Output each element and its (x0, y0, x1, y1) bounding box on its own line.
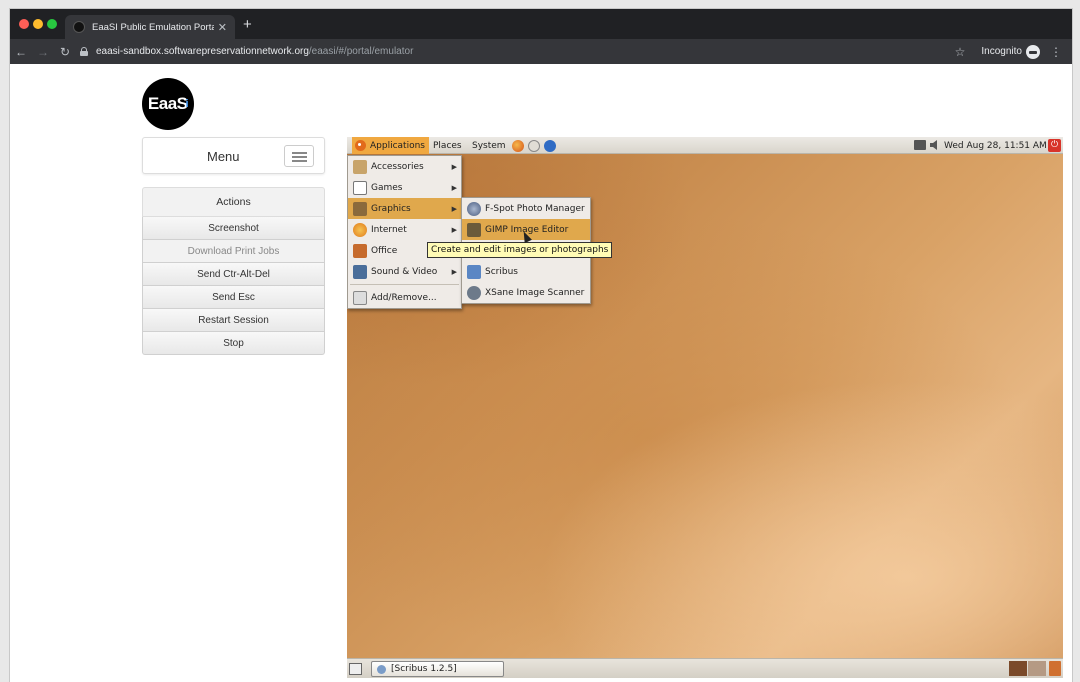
url-path: /eaasi/#/portal/emulator (308, 46, 414, 57)
menu-item-games[interactable]: Games ▶ (348, 177, 461, 198)
trash-icon[interactable] (1049, 661, 1061, 676)
panel-clock[interactable]: Wed Aug 28, 11:51 AM (941, 137, 1050, 154)
xsane-icon (467, 285, 481, 300)
lock-icon (80, 47, 88, 56)
actions-header: Actions (142, 187, 325, 217)
mail-icon[interactable] (528, 140, 540, 152)
system-menu-button[interactable]: System (469, 137, 509, 154)
minimize-window-icon[interactable] (33, 19, 43, 29)
close-window-icon[interactable] (19, 19, 29, 29)
restart-session-button[interactable]: Restart Session (142, 309, 325, 332)
send-ctrl-alt-del-button[interactable]: Send Ctr-Alt-Del (142, 263, 325, 286)
tab-title: EaaSI Public Emulation Portal (92, 21, 214, 33)
workspace-2[interactable] (1028, 661, 1046, 676)
scribus-icon (467, 264, 481, 279)
eaasi-logo: EaaS i (142, 78, 194, 130)
incognito-icon[interactable] (1026, 44, 1040, 59)
menu-item-add-remove[interactable]: Add/Remove... (348, 287, 461, 308)
submenu-arrow-icon: ▶ (451, 204, 457, 213)
scribus-task-icon (377, 664, 386, 674)
accessories-icon (353, 159, 367, 174)
taskbar-item-scribus[interactable]: [Scribus 1.2.5] (371, 661, 504, 677)
add-remove-icon (353, 290, 367, 305)
menu-item-internet[interactable]: Internet ▶ (348, 219, 461, 240)
menu-item-f-spot[interactable]: F-Spot Photo Manager (462, 198, 590, 219)
send-esc-button[interactable]: Send Esc (142, 286, 325, 309)
browser-toolbar: ← → ↻ eaasi-sandbox.softwarepreservation… (10, 39, 1072, 64)
menu-item-graphics[interactable]: Graphics ▶ (348, 198, 461, 219)
download-print-jobs-button[interactable]: Download Print Jobs (142, 240, 325, 263)
gnome-bottom-panel: [Scribus 1.2.5] (347, 658, 1063, 678)
menu-item-accessories[interactable]: Accessories ▶ (348, 156, 461, 177)
new-tab-icon[interactable]: + (243, 17, 252, 32)
menu-label: Menu (207, 149, 240, 164)
tab-close-icon[interactable]: ✕ (218, 21, 227, 34)
submenu-arrow-icon: ▶ (451, 162, 457, 171)
volume-icon[interactable] (930, 140, 940, 150)
maximize-window-icon[interactable] (47, 19, 57, 29)
sound-video-icon (353, 264, 367, 279)
network-icon[interactable] (914, 140, 926, 150)
gimp-icon (467, 222, 481, 237)
games-icon (353, 180, 367, 195)
office-icon (353, 243, 367, 258)
submenu-arrow-icon: ▶ (451, 267, 457, 276)
menu-item-scribus[interactable]: Scribus (462, 261, 590, 282)
forward-icon[interactable]: → (32, 45, 54, 59)
emulator-screen[interactable]: Applications Places System Wed Aug 28, 1… (347, 137, 1063, 678)
menu-item-sound-video[interactable]: Sound & Video ▶ (348, 261, 461, 282)
ubuntu-icon (355, 140, 366, 151)
stop-button[interactable]: Stop (142, 332, 325, 355)
f-spot-icon (467, 201, 481, 216)
hamburger-menu-icon[interactable] (284, 145, 314, 167)
favicon-icon (73, 21, 85, 33)
tab-strip: EaaSI Public Emulation Portal ✕ + (10, 9, 1072, 39)
bookmark-star-icon[interactable]: ☆ (955, 45, 966, 59)
places-menu-button[interactable]: Places (430, 137, 465, 154)
submenu-arrow-icon: ▶ (451, 225, 457, 234)
power-icon[interactable]: ⏻ (1048, 139, 1061, 152)
reload-icon[interactable]: ↻ (54, 45, 76, 59)
workspace-1[interactable] (1009, 661, 1027, 676)
applications-menu-button[interactable]: Applications (352, 137, 429, 154)
firefox-icon[interactable] (512, 140, 524, 152)
browser-tab[interactable]: EaaSI Public Emulation Portal ✕ (65, 15, 235, 39)
gnome-top-panel: Applications Places System Wed Aug 28, 1… (347, 137, 1063, 154)
page-content: EaaS i Menu Actions Screenshot Download P… (10, 64, 1072, 682)
graphics-icon (353, 201, 367, 216)
screenshot-button[interactable]: Screenshot (142, 217, 325, 240)
menu-panel: Menu (142, 137, 325, 174)
browser-window: EaaSI Public Emulation Portal ✕ + ← → ↻ … (10, 9, 1072, 682)
more-menu-icon[interactable]: ⋮ (1050, 45, 1062, 59)
submenu-arrow-icon: ▶ (451, 183, 457, 192)
help-icon[interactable] (544, 140, 556, 152)
gimp-tooltip: Create and edit images or photographs (427, 242, 613, 258)
url-host: eaasi-sandbox.softwarepreservationnetwor… (96, 46, 309, 57)
show-desktop-icon[interactable] (349, 663, 362, 675)
menu-separator (350, 284, 459, 285)
back-icon[interactable]: ← (10, 45, 32, 59)
incognito-label: Incognito (981, 46, 1022, 57)
address-bar[interactable]: eaasi-sandbox.softwarepreservationnetwor… (80, 42, 955, 62)
internet-icon (353, 222, 367, 237)
actions-panel: Actions Screenshot Download Print Jobs S… (142, 187, 325, 355)
applications-menu: Accessories ▶ Games ▶ Graphics ▶ Interne… (347, 155, 462, 309)
menu-item-xsane[interactable]: XSane Image Scanner (462, 282, 590, 303)
